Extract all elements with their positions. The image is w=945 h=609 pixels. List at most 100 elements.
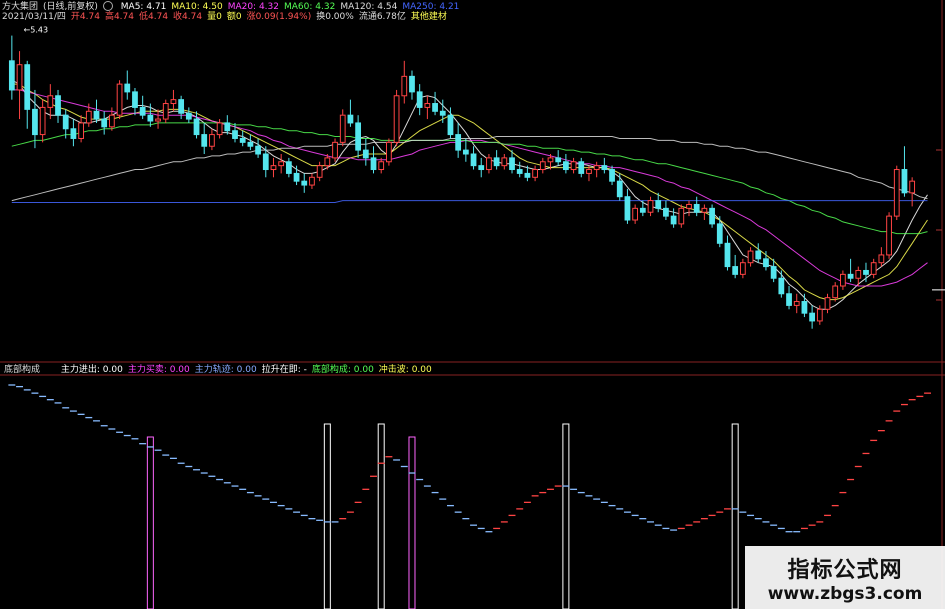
candle-body <box>162 103 169 120</box>
candlestick-chart: ←5.434.11 - 4.12←3.92 <box>0 0 945 609</box>
watermark: 指标公式网 www.zbgs3.com <box>745 546 945 609</box>
chart-header-ma: 方大集团 (日线,前复权) MA5: 4.71 MA10: 4.50 MA20: 4.… <box>2 1 469 13</box>
indicator-item-5: 冲击波: 0.00 <box>378 365 432 375</box>
candle-body <box>609 169 615 182</box>
candle-body <box>655 200 662 209</box>
candle-body <box>193 118 200 136</box>
candle-body <box>278 161 285 167</box>
candle-body <box>601 165 608 171</box>
period-label: (日线,前复权) <box>43 1 98 12</box>
candle-body <box>893 169 900 217</box>
candle-body <box>863 269 869 275</box>
candle-body <box>639 207 646 213</box>
candle-body <box>339 114 346 143</box>
candle-body <box>570 161 577 171</box>
stock-name: 方大集团 <box>2 1 39 12</box>
candle-body <box>647 200 654 213</box>
ma-label-2: MA20: 4.32 <box>227 1 279 12</box>
candle-body <box>624 196 631 221</box>
price-annotation: ←5.43 <box>24 26 49 35</box>
candle-body <box>424 103 431 108</box>
candle-body <box>439 110 446 116</box>
info-item-0: 2021/03/11/四 <box>2 12 66 22</box>
info-item-4: 收4.74 <box>173 12 203 22</box>
info-item-9: 流通6.78亿 <box>358 12 406 22</box>
candle-body <box>855 269 862 279</box>
candle-body <box>85 110 92 124</box>
candle-body <box>332 141 338 159</box>
candle-body <box>39 106 46 136</box>
candle-body <box>32 108 38 136</box>
candle-body <box>809 312 816 322</box>
candle-body <box>909 180 916 194</box>
candle-body <box>124 83 131 93</box>
candle-body <box>586 169 592 174</box>
candle-body <box>686 203 692 209</box>
candle-body <box>62 114 69 130</box>
candle-body <box>747 250 754 264</box>
candle-body <box>285 161 292 174</box>
candle-body <box>116 83 123 116</box>
candle-body <box>8 60 15 91</box>
ma-label-4: MA120: 4.54 <box>340 1 398 12</box>
candle-body <box>393 95 400 143</box>
candle-body <box>693 203 700 213</box>
candle-body <box>493 157 500 167</box>
candle-body <box>386 141 392 163</box>
candle-body <box>370 157 377 171</box>
candle-body <box>555 157 562 163</box>
candle-body <box>478 165 485 171</box>
candle-body <box>663 207 669 217</box>
candle-body <box>447 114 454 136</box>
candle-body <box>778 277 785 295</box>
candle-body <box>209 134 215 147</box>
candle-body <box>678 207 685 225</box>
candle-body <box>455 134 462 151</box>
chart-header-info: 2021/03/11/四 开4.74 高4.74 低4.74 收4.74 量0 额0 涨0.0… <box>2 12 457 23</box>
info-item-3: 低4.74 <box>139 12 169 22</box>
candle-body <box>201 134 208 147</box>
candle-body <box>216 122 223 136</box>
candle-body <box>262 153 269 171</box>
candle-body <box>432 103 438 112</box>
candle-body <box>578 161 585 174</box>
candle-body <box>270 165 277 171</box>
candle-body <box>732 266 739 275</box>
candle-body <box>763 258 769 268</box>
candle-body <box>185 112 192 120</box>
candle-body <box>55 95 61 116</box>
candle-body <box>409 75 415 93</box>
candle-body <box>878 254 885 264</box>
candle-body <box>724 242 731 268</box>
candle-body <box>401 75 408 97</box>
candle-body <box>101 118 108 128</box>
candle-body <box>716 223 723 244</box>
candle-body <box>539 161 546 171</box>
indicator-item-4: 底部构成: 0.00 <box>311 365 374 375</box>
candle-body <box>232 130 238 139</box>
candle-body <box>816 308 823 322</box>
candle-body <box>509 157 515 171</box>
candle-body <box>901 169 908 194</box>
indicator-item-1: 主力买卖: 0.00 <box>127 365 190 375</box>
info-item-6: 额0 <box>226 12 242 22</box>
candle-body <box>616 180 623 198</box>
candle-body <box>832 285 839 299</box>
settings-icon[interactable] <box>102 1 113 11</box>
candle-body <box>378 161 385 171</box>
candle-body <box>155 118 161 122</box>
watermark-url: www.zbgs3.com <box>767 584 923 604</box>
ma-label-1: MA10: 4.50 <box>171 1 223 12</box>
info-item-10: 其他建材 <box>410 12 447 22</box>
candle-body <box>347 114 354 124</box>
candle-body <box>793 301 800 306</box>
candle-body <box>132 91 138 108</box>
candle-body <box>70 128 77 139</box>
candle-body <box>301 180 308 186</box>
indicator-item-3: 拉升在即: - <box>261 365 307 375</box>
candle-body <box>801 301 808 314</box>
candle-body <box>632 207 639 221</box>
candle-body <box>847 273 854 279</box>
candle-body <box>739 262 746 275</box>
info-item-2: 高4.74 <box>104 12 134 22</box>
